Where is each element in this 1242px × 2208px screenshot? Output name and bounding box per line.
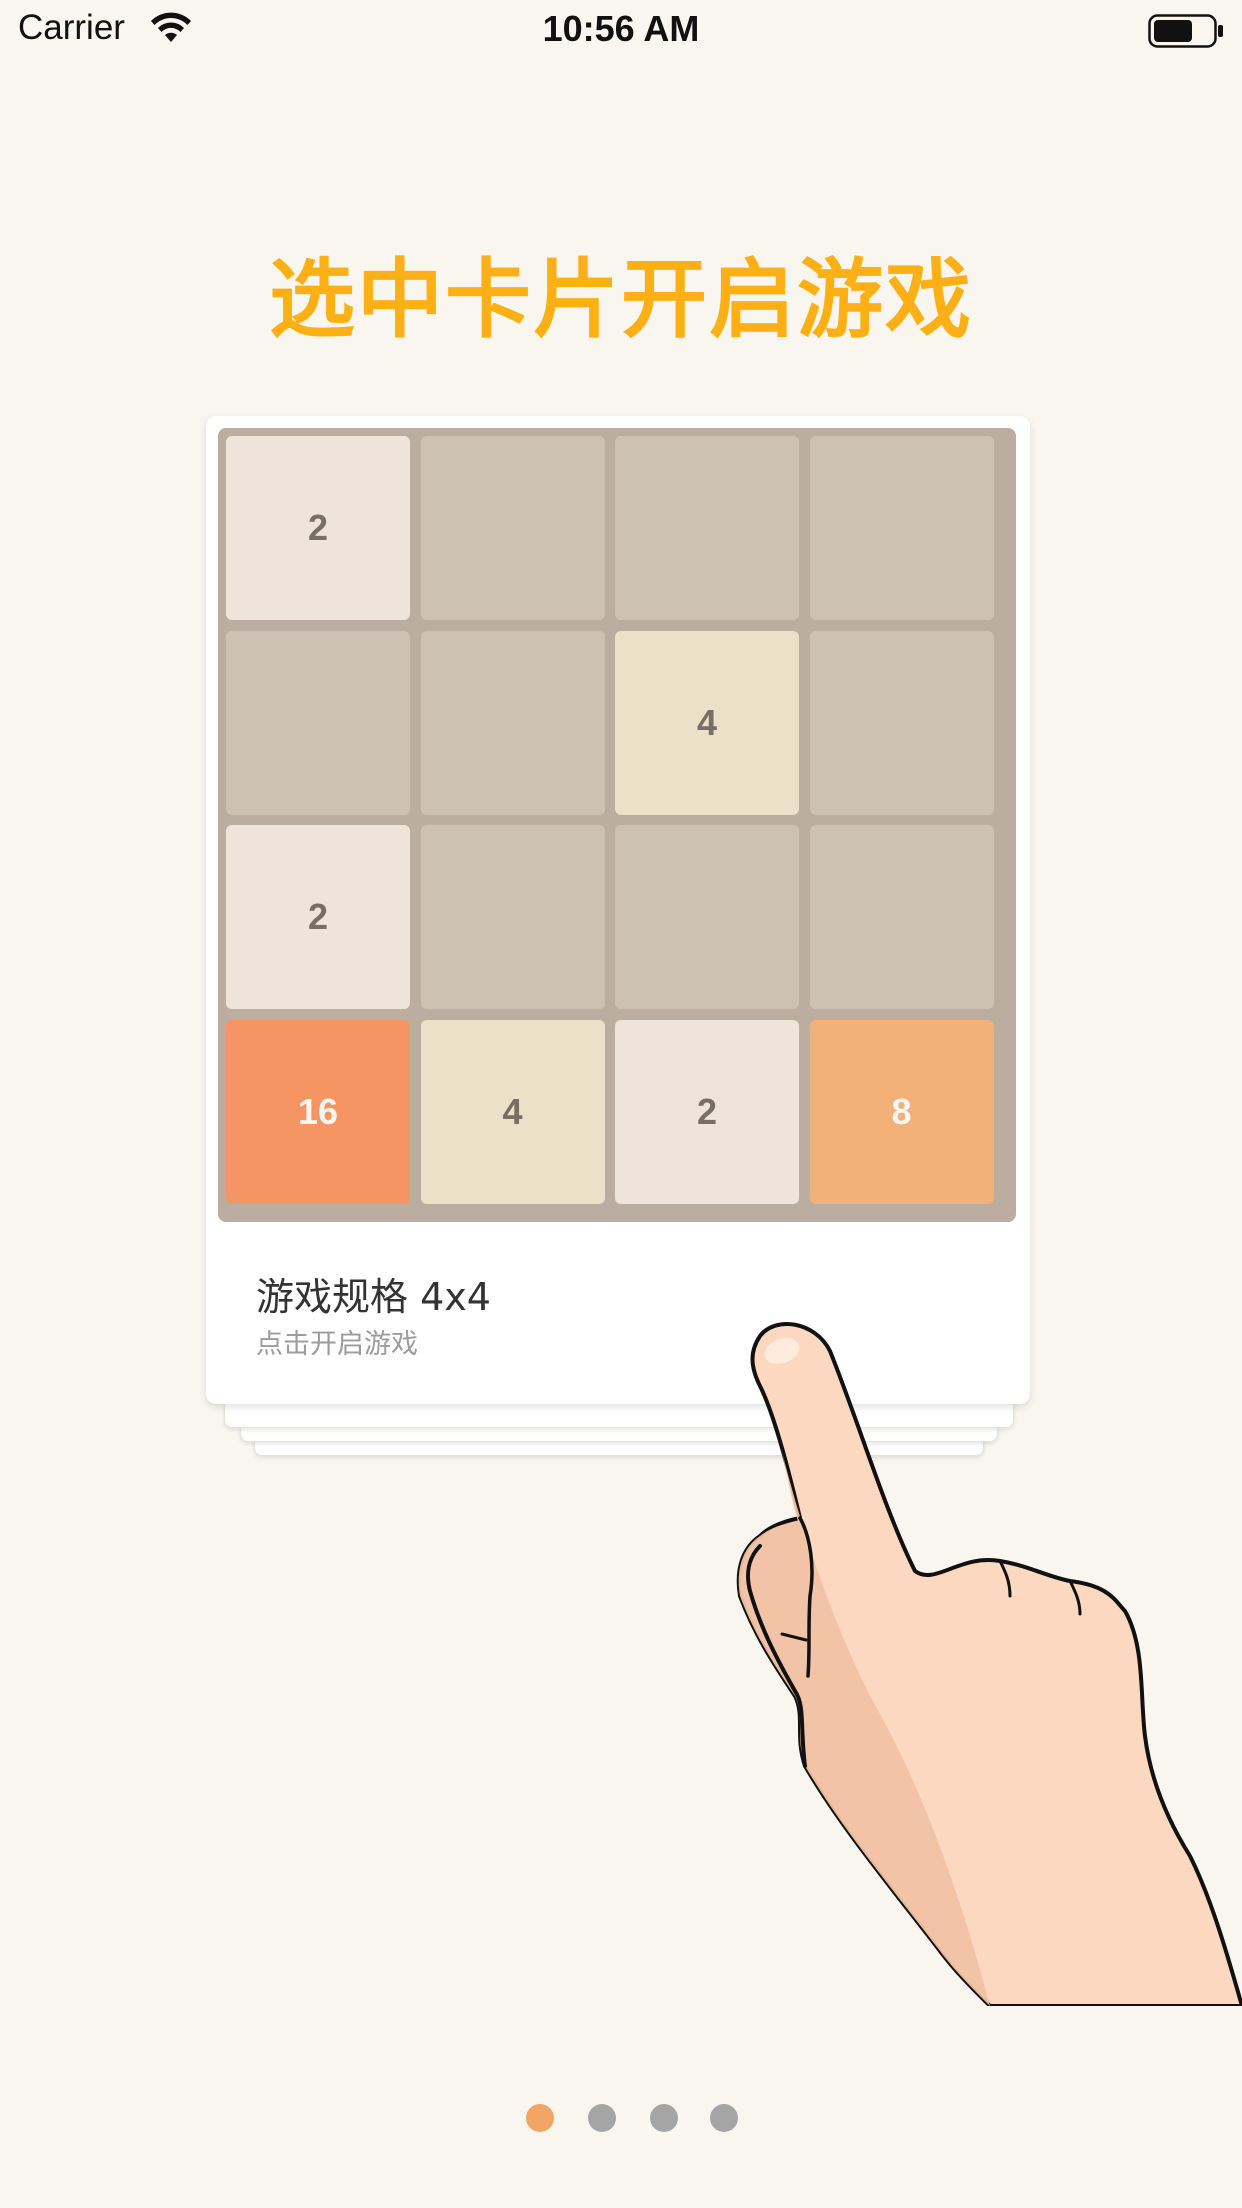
game-card-4x4[interactable]: 2 4 2 16 4 2 8 游戏规格 4x4 点击开启游戏 xyxy=(206,416,1030,1404)
page-title: 选中卡片开启游戏 xyxy=(269,250,973,350)
battery-fill xyxy=(1154,20,1192,42)
tile-2: 2 xyxy=(226,436,410,620)
card-title: 游戏规格 4x4 xyxy=(256,1275,491,1319)
tile-2: 2 xyxy=(615,1019,799,1204)
empty-tile xyxy=(420,825,605,1009)
game-board-preview: 2 4 2 16 4 2 8 xyxy=(218,428,1016,1222)
tile-16: 16 xyxy=(226,1019,410,1204)
card-subtitle: 点击开启游戏 xyxy=(256,1329,418,1360)
empty-tile xyxy=(809,436,994,620)
empty-tile xyxy=(615,436,799,620)
tile-8: 8 xyxy=(809,1019,994,1204)
empty-tile xyxy=(226,630,410,815)
tile-4: 4 xyxy=(615,630,799,815)
battery-icon xyxy=(1148,14,1223,48)
status-time: 10:56 AM xyxy=(542,8,700,49)
status-bar: Carrier 10:56 AM xyxy=(0,0,1242,62)
page-dot-1[interactable] xyxy=(526,2104,554,2132)
empty-tile xyxy=(615,825,799,1009)
page-dot-4[interactable] xyxy=(710,2104,738,2132)
page-dot-3[interactable] xyxy=(650,2104,678,2132)
page-indicator[interactable] xyxy=(0,2104,1242,2134)
empty-tile xyxy=(809,630,994,815)
page-dot-2[interactable] xyxy=(588,2104,616,2132)
tile-2: 2 xyxy=(226,825,410,1009)
empty-tile xyxy=(809,825,994,1009)
pointing-hand-icon xyxy=(736,1322,1242,2006)
tile-4: 4 xyxy=(420,1019,605,1204)
empty-tile xyxy=(420,630,605,815)
empty-tile xyxy=(420,436,605,620)
